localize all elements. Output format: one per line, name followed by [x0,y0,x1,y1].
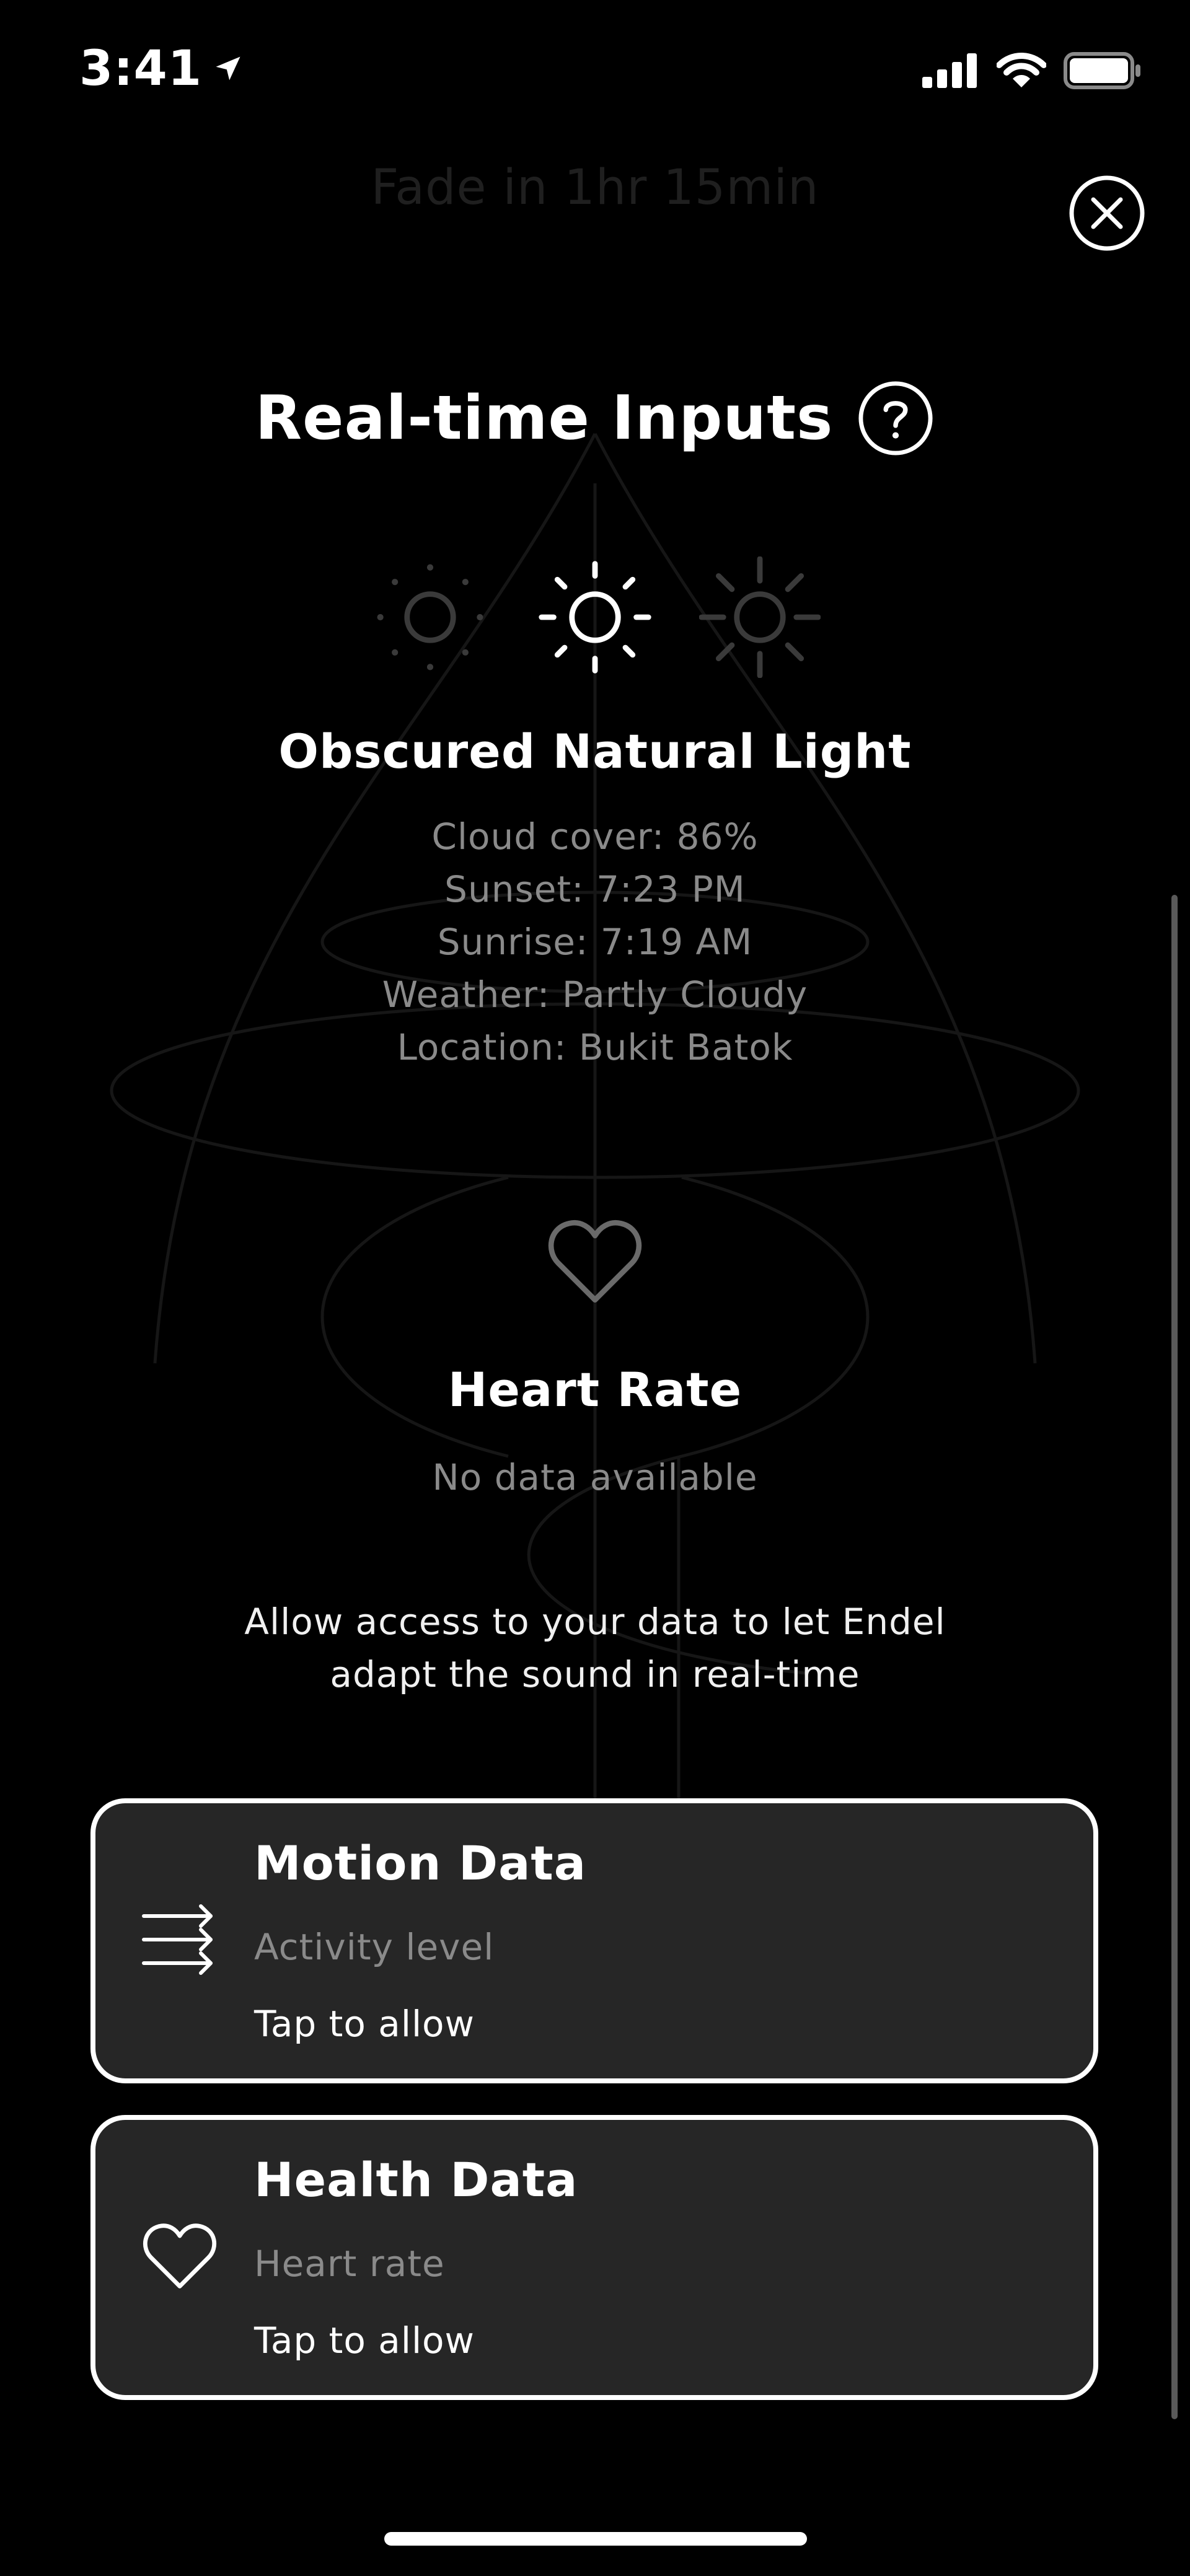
health-data-title: Health Data [254,2152,578,2207]
location-text: Location: Bukit Batok [397,1026,793,1068]
cloud-cover-text: Cloud cover: 86% [431,815,759,858]
dim-sun-icon [377,564,483,670]
page-title: Real-time Inputs [255,383,834,454]
health-data-action: Tap to allow [254,2319,475,2362]
heart-icon [548,1220,642,1303]
medium-sun-icon [539,561,651,674]
status-time-text: 3:41 [79,41,203,97]
heart-rate-status: No data available [432,1456,758,1498]
status-icons [922,52,1142,89]
health-data-button[interactable]: Health Data Heart rate Tap to allow [90,2115,1098,2400]
heart-icon [143,2223,216,2288]
wifi-icon [997,53,1046,87]
status-time: 3:41 [79,41,244,97]
status-bar: 3:41 [0,0,1190,149]
bright-sun-icon [699,556,821,678]
motion-data-title: Motion Data [254,1835,586,1891]
home-indicator[interactable] [384,2532,807,2546]
weather-text: Weather: Partly Cloudy [382,974,808,1016]
heart-rate-title: Heart Rate [447,1362,743,1417]
motion-data-subtitle: Activity level [254,1926,495,1968]
sunrise-text: Sunrise: 7:19 AM [437,921,753,963]
close-icon [1069,175,1145,251]
health-data-subtitle: Heart rate [254,2243,445,2285]
motion-arrows-icon [142,1904,213,1975]
realtime-inputs-heading: Real-time Inputs [0,379,1190,457]
fade-timer-label: Fade in 1hr 15min [371,160,819,216]
sunset-text: Sunset: 7:23 PM [444,868,746,910]
light-level-indicator [0,556,1190,678]
motion-data-button[interactable]: Motion Data Activity level Tap to allow [90,1798,1098,2083]
help-icon[interactable] [857,379,935,457]
light-details: Cloud cover: 86% Sunset: 7:23 PM Sunrise… [0,811,1190,1074]
battery-icon [1064,52,1140,89]
motion-data-action: Tap to allow [254,2003,475,2045]
cellular-signal-icon [922,53,977,88]
light-title: Obscured Natural Light [278,724,912,779]
scrollbar[interactable] [1171,895,1178,2419]
location-arrow-icon [216,56,240,81]
allow-access-text: Allow access to your data to let Endel a… [244,1601,946,1695]
close-button[interactable] [1067,174,1147,253]
